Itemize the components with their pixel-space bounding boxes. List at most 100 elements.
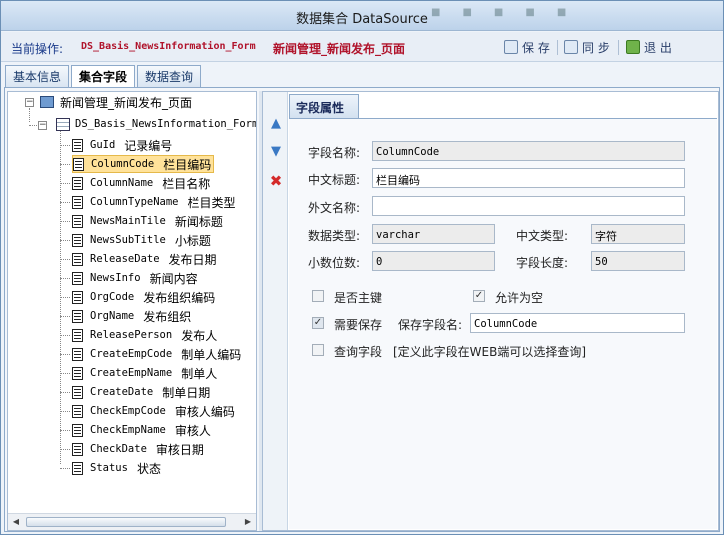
field-node-name: CheckDate [90,443,147,455]
tree-connector [60,164,70,165]
tree-field-node[interactable]: CreateEmpName 制单人 [72,364,217,382]
cn-caption-label: 中文标题: [308,173,361,187]
table-icon [56,117,70,131]
toolbar-divider [557,40,558,55]
query-field-checkbox[interactable] [312,344,324,356]
tree-field-node[interactable]: ColumnTypeName 栏目类型 [72,193,236,211]
field-node-caption: 制单日期 [162,385,211,400]
query-note: [定义此字段在WEB端可以选择查询] [393,345,587,359]
field-node-name: NewsInfo [90,272,141,284]
title-bar[interactable]: 数据集合 DataSource ■ ■ ■ ■ ■ [1,1,723,31]
tree-body: − 新闻管理_新闻发布_页面 − DS_Basis_NewsInformatio… [8,92,256,512]
save-button-label: 保 存 [522,40,550,55]
field-doc-icon [73,157,84,171]
tab-content: − 新闻管理_新闻发布_页面 − DS_Basis_NewsInformatio… [4,87,720,532]
tree-field-node[interactable]: NewsSubTitle 小标题 [72,231,211,249]
scroll-thumb[interactable] [26,517,226,527]
field-node-caption: 制单人 [181,366,218,381]
tab-basic-info[interactable]: 基本信息 [5,65,70,87]
tree-connector [60,373,70,374]
decimals-value: 0 [376,256,383,268]
tree-field-node[interactable]: ReleaseDate 发布日期 [72,250,217,268]
ghost-icon: ■ [556,7,567,18]
data-type-field[interactable]: varchar [372,224,495,244]
is-pk-checkbox[interactable] [312,290,324,302]
is-pk-label: 是否主键 [334,291,383,305]
field-node-name: GuId [90,139,116,151]
tree-connector [60,145,70,146]
toolbar-divider [618,40,619,55]
exit-button-label: 退 出 [644,40,672,55]
tree-field-node[interactable]: CheckEmpCode 审核人编码 [72,402,235,420]
tab-field-properties[interactable]: 字段属性 [289,94,359,118]
tree-connector [60,335,70,336]
move-down-icon[interactable]: ▼ [269,145,283,159]
exit-button[interactable]: 退 出 [626,38,672,56]
current-op-label: 当前操作: [11,42,64,56]
tree-field-node[interactable]: NewsInfo 新闻内容 [72,269,198,287]
form-name: DS_Basis_NewsInformation_Form [81,41,256,52]
tree-field-node[interactable]: ColumnCode 栏目编码 [72,155,215,173]
horizontal-scrollbar[interactable]: ◀ ▶ [8,513,256,530]
foreign-name-field[interactable] [372,196,685,216]
scroll-right-icon[interactable]: ▶ [243,517,253,527]
field-doc-icon [72,195,83,209]
need-save-checkbox[interactable]: ✓ [312,317,324,329]
tab-data-query[interactable]: 数据查询 [137,65,202,87]
form-node-label: DS_Basis_NewsInformation_Form [75,118,257,130]
tree-field-node[interactable]: CheckEmpName 审核人 [72,421,211,439]
length-label: 字段长度: [516,256,569,270]
tree-field-node[interactable]: NewsMainTile 新闻标题 [72,212,223,230]
field-node-name: CheckEmpCode [90,405,166,417]
field-node-caption: 新闻内容 [149,271,198,286]
field-doc-icon [72,233,83,247]
cn-type-field[interactable]: 字符 [591,224,685,244]
tree-connector [60,354,70,355]
field-node-caption: 审核人 [174,423,211,438]
tree-field-node[interactable]: OrgName 发布组织 [72,307,191,325]
length-field[interactable]: 50 [591,251,685,271]
tree-connector [60,468,70,469]
tree-root[interactable]: 新闻管理_新闻发布_页面 [40,93,192,111]
tree-field-node[interactable]: ColumnName 栏目名称 [72,174,210,192]
cn-caption-field[interactable]: 栏目编码 [372,168,685,188]
collapse-toggle[interactable]: − [25,98,34,107]
operation-bar: 当前操作: DS_Basis_NewsInformation_Form 新闻管理… [1,32,723,62]
delete-icon[interactable]: ✖ [269,174,283,189]
tree-field-node[interactable]: CreateDate 制单日期 [72,383,210,401]
field-node-caption: 制单人编码 [181,347,242,362]
field-doc-icon [72,271,83,285]
field-doc-icon [72,214,83,228]
allow-null-checkbox[interactable]: ✓ [473,290,485,302]
field-node-caption: 发布人 [181,328,218,343]
save-field-label: 保存字段名: [398,318,463,332]
field-doc-icon [72,176,83,190]
tree-field-node[interactable]: ReleasePerson 发布人 [72,326,217,344]
sync-button[interactable]: 同 步 [564,38,610,56]
tree-connector [60,240,70,241]
move-up-icon[interactable]: ▲ [269,117,283,131]
collapse-toggle[interactable]: − [38,121,47,130]
tree-field-node[interactable]: Status 状态 [72,459,161,477]
tree-field-node[interactable]: GuId 记录编号 [72,136,172,154]
tree-root-label: 新闻管理_新闻发布_页面 [60,95,193,110]
field-doc-icon [72,423,83,437]
field-name-field[interactable]: ColumnCode [372,141,685,161]
main-tabs: 基本信息 集合字段 数据查询 [5,65,202,88]
tree-field-node[interactable]: CreateEmpCode 制单人编码 [72,345,241,363]
tree-field-node[interactable]: CheckDate 审核日期 [72,440,204,458]
background-toolbar-ghost: ■ ■ ■ ■ ■ [431,7,566,18]
field-name-value: ColumnCode [376,146,440,158]
field-node-name: ColumnCode [91,158,155,170]
side-toolbar: ▲ ▼ ✖ [263,92,288,530]
tree-field-node[interactable]: OrgCode 发布组织编码 [72,288,215,306]
tree-form-node[interactable]: DS_Basis_NewsInformation_Form [56,115,257,133]
save-field-input[interactable]: ColumnCode [470,313,685,333]
tab-collection-fields[interactable]: 集合字段 [71,65,136,88]
decimals-field[interactable]: 0 [372,251,495,271]
scroll-left-icon[interactable]: ◀ [11,517,21,527]
tree-connector [60,259,70,260]
save-button[interactable]: 保 存 [504,38,550,56]
field-doc-icon [72,290,83,304]
tree-connector [60,297,70,298]
